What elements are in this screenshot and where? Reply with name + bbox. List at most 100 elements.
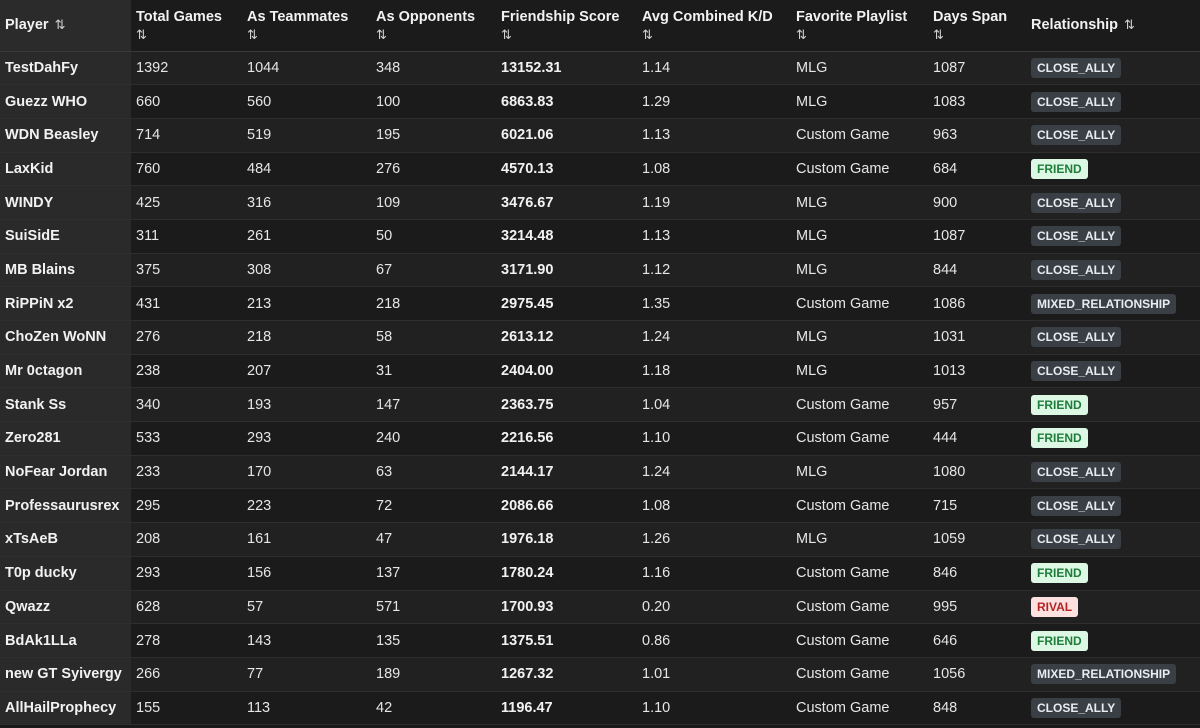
- header-label: Favorite Playlist: [796, 9, 908, 25]
- cell-friendship-score: 3171.90: [496, 253, 637, 288]
- relationship-badge: FRIEND: [1031, 563, 1088, 584]
- table-row[interactable]: Mr 0ctagon 238 207 31 2404.00 1.18 MLG 1013 CLOS…: [0, 354, 1200, 389]
- cell-as-teammates: 156: [242, 556, 371, 591]
- header-label: Avg Combined K/D: [642, 9, 773, 25]
- header-player[interactable]: Player ⇅: [0, 0, 131, 52]
- cell-friendship-score: 6021.06: [496, 118, 637, 153]
- sort-icon[interactable]: ⇅: [796, 26, 923, 43]
- cell-player: WINDY: [0, 185, 131, 220]
- table-row[interactable]: T0p ducky 293 156 137 1780.24 1.16 Custom Game…: [0, 556, 1200, 591]
- table-row[interactable]: Guezz WHO 660 560 100 6863.83 1.29 MLG 1083 CLOS…: [0, 84, 1200, 119]
- cell-relationship: CLOSE_ALLY: [1026, 84, 1200, 119]
- cell-as-teammates: 484: [242, 152, 371, 187]
- cell-avg-kd: 1.08: [637, 488, 791, 524]
- cell-relationship: FRIEND: [1026, 387, 1200, 423]
- table-row[interactable]: Stank Ss 340 193 147 2363.75 1.04 Custom Game 9…: [0, 387, 1200, 423]
- cell-friendship-score: 1780.24: [496, 556, 637, 591]
- sort-icon[interactable]: ⇅: [933, 26, 1021, 43]
- cell-total-games: 293: [131, 556, 242, 591]
- relationship-badge: CLOSE_ALLY: [1031, 495, 1122, 516]
- table-row[interactable]: NoFear Jordan 233 170 63 2144.17 1.24 MLG 1080 C…: [0, 455, 1200, 490]
- cell-total-games: 276: [131, 320, 242, 355]
- cell-days-span: 1031: [928, 320, 1026, 355]
- cell-favorite-playlist: Custom Game: [791, 118, 928, 153]
- cell-friendship-score: 2144.17: [496, 455, 637, 490]
- sort-icon[interactable]: ⇅: [642, 26, 786, 43]
- relationship-badge: FRIEND: [1031, 630, 1088, 651]
- cell-favorite-playlist: MLG: [791, 219, 928, 254]
- header-label: As Opponents: [376, 9, 476, 25]
- cell-player: RiPPiN x2: [0, 286, 131, 321]
- cell-as-opponents: 137: [371, 556, 496, 591]
- cell-total-games: 660: [131, 84, 242, 119]
- cell-days-span: 963: [928, 118, 1026, 153]
- table-row[interactable]: RiPPiN x2 431 213 218 2975.45 1.35 Custom Game…: [0, 286, 1200, 321]
- cell-days-span: 995: [928, 590, 1026, 625]
- header-as-opponents[interactable]: As Opponents ⇅: [371, 0, 496, 52]
- relationship-badge: CLOSE_ALLY: [1031, 57, 1122, 78]
- cell-relationship: FRIEND: [1026, 421, 1200, 456]
- table-row[interactable]: WDN Beasley 714 519 195 6021.06 1.13 Custom Ga…: [0, 118, 1200, 153]
- cell-relationship: CLOSE_ALLY: [1026, 185, 1200, 220]
- cell-friendship-score: 1267.32: [496, 657, 637, 692]
- table-row[interactable]: LaxKid 760 484 276 4570.13 1.08 Custom Game 684…: [0, 152, 1200, 187]
- cell-as-opponents: 147: [371, 387, 496, 423]
- relationship-badge: MIXED_RELATIONSHIP: [1031, 293, 1177, 314]
- cell-total-games: 714: [131, 118, 242, 153]
- relationship-badge: CLOSE_ALLY: [1031, 259, 1122, 280]
- sort-icon[interactable]: ⇅: [376, 26, 491, 43]
- cell-player: Qwazz: [0, 590, 131, 625]
- sort-icon[interactable]: ⇅: [55, 17, 66, 32]
- cell-as-opponents: 72: [371, 488, 496, 524]
- cell-favorite-playlist: Custom Game: [791, 623, 928, 658]
- sort-icon[interactable]: ⇅: [501, 26, 632, 43]
- header-total-games[interactable]: Total Games ⇅: [131, 0, 242, 52]
- table-row[interactable]: BdAk1LLa 278 143 135 1375.51 0.86 Custom Game 6…: [0, 623, 1200, 658]
- table-row[interactable]: ChoZen WoNN 276 218 58 2613.12 1.24 MLG 1031 CLO…: [0, 320, 1200, 355]
- table-row[interactable]: TestDahFy 1392 1044 348 13152.31 1.14 MLG 1087 C…: [0, 51, 1200, 86]
- cell-favorite-playlist: MLG: [791, 522, 928, 557]
- header-favorite-playlist[interactable]: Favorite Playlist ⇅: [791, 0, 928, 52]
- cell-friendship-score: 1375.51: [496, 623, 637, 658]
- table-row[interactable]: Professaurusrex 295 223 72 2086.66 1.08 Custom…: [0, 488, 1200, 524]
- cell-as-teammates: 519: [242, 118, 371, 153]
- header-label: As Teammates: [247, 9, 349, 25]
- table-row[interactable]: WINDY 425 316 109 3476.67 1.19 MLG 900 CLOSE_ALL…: [0, 185, 1200, 220]
- table-row[interactable]: Zero281 533 293 240 2216.56 1.10 Custom Game 44…: [0, 421, 1200, 456]
- cell-friendship-score: 2613.12: [496, 320, 637, 355]
- cell-days-span: 846: [928, 556, 1026, 591]
- cell-favorite-playlist: MLG: [791, 320, 928, 355]
- table-row[interactable]: SuiSidE 311 261 50 3214.48 1.13 MLG 1087 CLOSE_A…: [0, 219, 1200, 254]
- table-row[interactable]: new GT Syivergy 266 77 189 1267.32 1.01 Custom…: [0, 657, 1200, 692]
- cell-relationship: CLOSE_ALLY: [1026, 118, 1200, 153]
- cell-avg-kd: 0.20: [637, 590, 791, 625]
- table-row[interactable]: xTsAeB 208 161 47 1976.18 1.26 MLG 1059 CLOSE_AL…: [0, 522, 1200, 557]
- cell-friendship-score: 2975.45: [496, 286, 637, 321]
- cell-player: LaxKid: [0, 152, 131, 187]
- cell-as-opponents: 348: [371, 51, 496, 86]
- sort-icon[interactable]: ⇅: [1124, 17, 1135, 32]
- cell-as-teammates: 308: [242, 253, 371, 288]
- header-relationship[interactable]: Relationship ⇅: [1026, 0, 1200, 52]
- cell-avg-kd: 1.24: [637, 455, 791, 490]
- cell-player: ChoZen WoNN: [0, 320, 131, 355]
- cell-favorite-playlist: Custom Game: [791, 488, 928, 524]
- table-row[interactable]: Qwazz 628 57 571 1700.93 0.20 Custom Game 995 RI…: [0, 590, 1200, 625]
- sort-icon[interactable]: ⇅: [136, 26, 237, 43]
- header-as-teammates[interactable]: As Teammates ⇅: [242, 0, 371, 52]
- header-label: Friendship Score: [501, 9, 620, 25]
- cell-as-opponents: 47: [371, 522, 496, 557]
- header-avg-kd[interactable]: Avg Combined K/D ⇅: [637, 0, 791, 52]
- cell-as-teammates: 113: [242, 691, 371, 726]
- cell-player: Zero281: [0, 421, 131, 456]
- cell-friendship-score: 1700.93: [496, 590, 637, 625]
- cell-relationship: CLOSE_ALLY: [1026, 354, 1200, 389]
- table-row[interactable]: MB Blains 375 308 67 3171.90 1.12 MLG 844 CLOSE_…: [0, 253, 1200, 288]
- cell-relationship: FRIEND: [1026, 623, 1200, 658]
- sort-icon[interactable]: ⇅: [247, 26, 366, 43]
- header-days-span[interactable]: Days Span ⇅: [928, 0, 1026, 52]
- cell-favorite-playlist: Custom Game: [791, 657, 928, 692]
- header-friendship-score[interactable]: Friendship Score ⇅: [496, 0, 637, 52]
- table-row[interactable]: AllHailProphecy 155 113 42 1196.47 1.10 Custom…: [0, 691, 1200, 726]
- cell-days-span: 848: [928, 691, 1026, 726]
